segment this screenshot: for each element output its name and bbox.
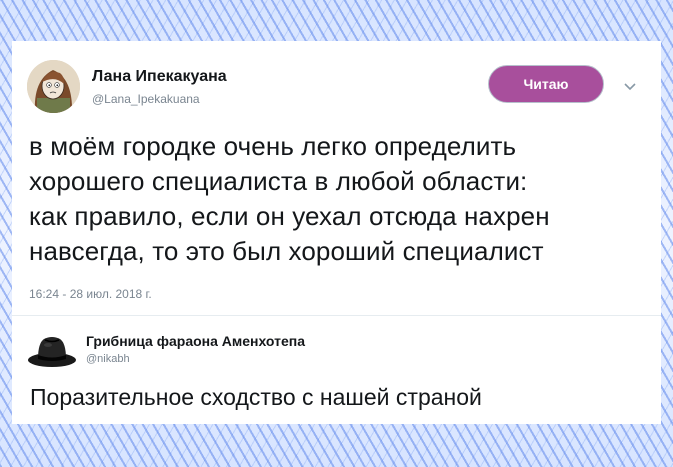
tweet-text-line: в моём городке очень легко определить	[29, 131, 517, 161]
tweet-text-line: как правило, если он уехал отсюда нахрен	[29, 201, 550, 231]
reply-author-handle[interactable]: @nikabh	[86, 353, 130, 365]
author-avatar[interactable]	[27, 60, 80, 113]
reply-author-name[interactable]: Грибница фараона Аменхотепа	[86, 333, 305, 349]
author-handle[interactable]: @Lana_Ipekakuana	[92, 92, 200, 106]
cartoon-woman-avatar-icon	[27, 60, 80, 113]
tweet: Лана Ипекакуана @Lana_Ipekakuana Читаю в…	[12, 41, 661, 314]
reply-text: Поразительное сходство с нашей страной	[30, 384, 482, 410]
black-hat-avatar-icon[interactable]	[26, 331, 78, 371]
tweet-text: в моём городке очень легко определить хо…	[29, 129, 654, 269]
tweet-timestamp[interactable]: 16:24 - 28 июл. 2018 г.	[29, 287, 152, 301]
tweet-text-line: навсегда, то это был хороший специалист	[29, 236, 544, 266]
chevron-down-icon[interactable]	[623, 79, 637, 91]
following-button[interactable]: Читаю	[488, 65, 604, 103]
reply-tweet: Грибница фараона Аменхотепа @nikabh Пора…	[12, 316, 661, 424]
tweet-text-line: хорошего специалиста в любой области:	[29, 166, 528, 196]
tweet-screenshot-card: Лана Ипекакуана @Lana_Ipekakuana Читаю в…	[12, 41, 661, 424]
author-name[interactable]: Лана Ипекакуана	[92, 68, 227, 86]
